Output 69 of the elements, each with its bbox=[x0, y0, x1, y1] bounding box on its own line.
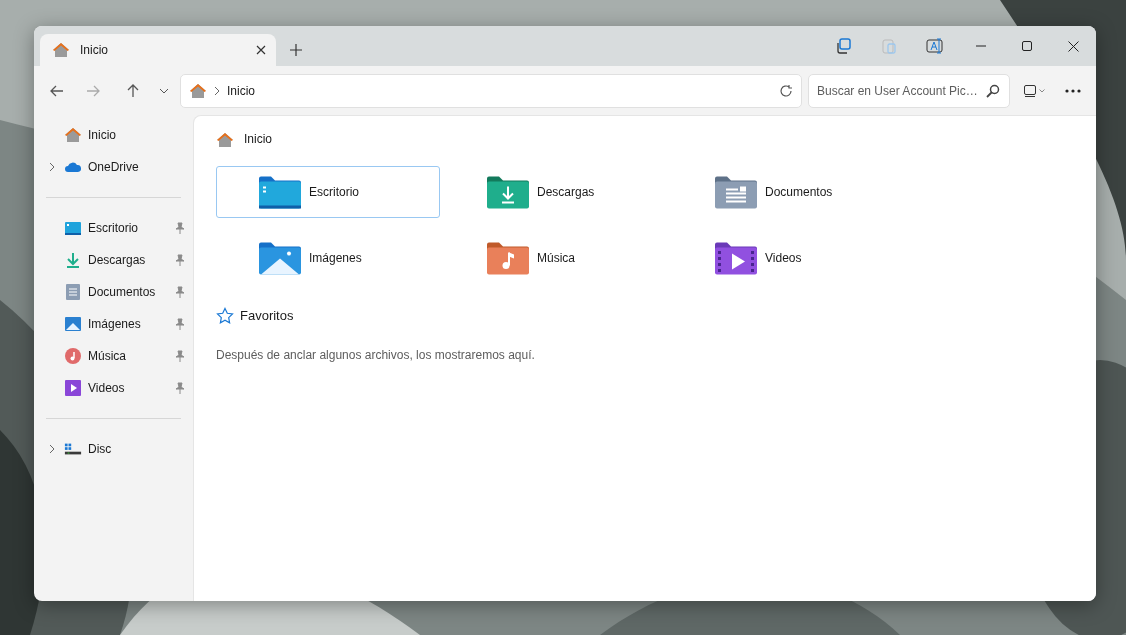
close-icon bbox=[1067, 40, 1079, 52]
refresh-icon bbox=[779, 83, 793, 98]
sidebar-item[interactable]: Imágenes bbox=[34, 308, 193, 340]
download-icon bbox=[65, 252, 81, 268]
address-bar[interactable]: Inicio bbox=[180, 73, 802, 108]
more-icon bbox=[1065, 88, 1081, 93]
folder-tile[interactable]: Música bbox=[444, 232, 668, 284]
document-icon bbox=[66, 284, 80, 300]
drive-icon bbox=[64, 442, 82, 456]
documents-folder-icon bbox=[715, 175, 757, 209]
text-cursor-icon bbox=[926, 38, 944, 54]
pin-icon bbox=[175, 286, 185, 298]
close-tab-button[interactable] bbox=[256, 45, 266, 55]
folder-tile[interactable]: Descargas bbox=[444, 166, 668, 218]
picture-icon bbox=[65, 317, 81, 331]
up-arrow-icon bbox=[126, 83, 140, 98]
videos-folder-icon bbox=[715, 241, 757, 275]
sidebar-item[interactable]: OneDrive bbox=[34, 151, 193, 183]
view-icon bbox=[1023, 84, 1036, 97]
pin-icon bbox=[175, 222, 185, 234]
sidebar-item[interactable]: Música bbox=[34, 340, 193, 372]
search-icon bbox=[986, 83, 1000, 98]
search-field[interactable]: Buscar en User Account Pic… bbox=[808, 73, 1010, 108]
home-icon bbox=[216, 131, 234, 148]
download-folder-icon bbox=[487, 175, 529, 209]
sidebar-item[interactable]: Escritorio bbox=[34, 212, 193, 244]
empty-message: Después de anclar algunos archivos, los mostraremos aquí. bbox=[216, 346, 536, 364]
section-heading: Inicio bbox=[244, 131, 272, 148]
back-arrow-icon bbox=[50, 83, 64, 98]
folder-tile[interactable]: Documentos bbox=[672, 166, 896, 218]
maximize-icon bbox=[1022, 41, 1032, 51]
chevron-down-icon bbox=[1038, 88, 1045, 93]
clipboard-icon bbox=[881, 38, 897, 54]
sidebar-item[interactable]: Videos bbox=[34, 372, 193, 404]
minimize-icon bbox=[976, 45, 986, 47]
home-icon bbox=[52, 42, 70, 58]
folder-tile[interactable]: Videos bbox=[672, 232, 896, 284]
home-icon bbox=[64, 127, 82, 143]
chevron-icon bbox=[48, 444, 56, 454]
sidebar-item[interactable]: Inicio bbox=[34, 119, 193, 151]
folder-tile[interactable]: Escritorio bbox=[216, 166, 440, 218]
video-icon bbox=[65, 380, 81, 396]
chevron-down-icon bbox=[159, 87, 169, 94]
tab[interactable]: Inicio bbox=[40, 34, 276, 66]
pin-icon bbox=[175, 318, 185, 330]
copy-icon bbox=[835, 38, 851, 54]
breadcrumb[interactable]: Inicio bbox=[227, 81, 255, 100]
music-folder-icon bbox=[487, 241, 529, 275]
pin-icon bbox=[175, 254, 185, 266]
sidebar-item[interactable]: Disc bbox=[34, 433, 193, 465]
refresh-button[interactable] bbox=[779, 83, 793, 98]
pin-icon bbox=[175, 350, 185, 362]
chevron-icon bbox=[213, 85, 221, 96]
folder-icon bbox=[259, 175, 301, 209]
music-icon bbox=[65, 348, 81, 364]
star-icon bbox=[216, 306, 234, 325]
pictures-folder-icon bbox=[259, 241, 301, 275]
plus-icon bbox=[290, 44, 302, 56]
cloud-icon bbox=[64, 161, 82, 173]
chevron-icon bbox=[48, 162, 56, 172]
sidebar-item[interactable]: Descargas bbox=[34, 244, 193, 276]
folder-tile[interactable]: Imágenes bbox=[216, 232, 440, 284]
section-heading: Favoritos bbox=[240, 307, 294, 325]
desktop-icon bbox=[65, 221, 81, 235]
pin-icon bbox=[175, 382, 185, 394]
forward-arrow-icon bbox=[86, 83, 100, 98]
close-icon bbox=[256, 45, 266, 55]
home-icon bbox=[189, 82, 207, 99]
sidebar-item[interactable]: Documentos bbox=[34, 276, 193, 308]
